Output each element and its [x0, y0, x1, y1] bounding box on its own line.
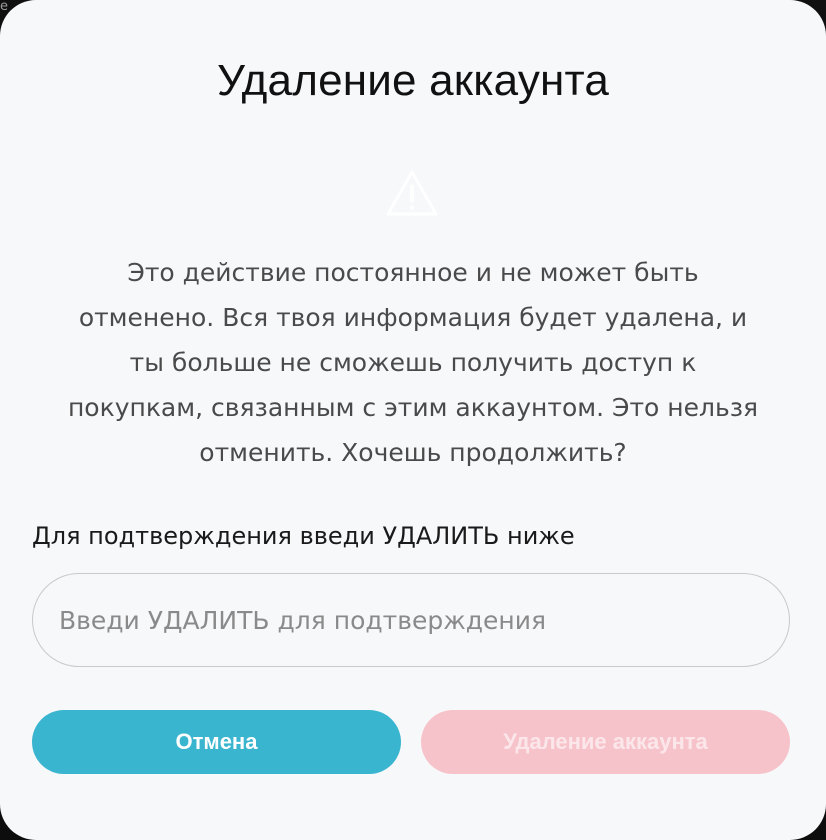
- dialog-title: Удаление аккаунта: [216, 56, 610, 105]
- warning-message-line: отменено. Вся твоя информация будет удал…: [78, 303, 748, 332]
- confirm-delete-input[interactable]: [32, 573, 790, 667]
- cancel-button[interactable]: Отмена: [32, 710, 401, 774]
- confirm-label: Для подтверждения введи УДАЛИТЬ ниже: [32, 522, 575, 550]
- warning-message-line: отменить. Хочешь продолжить?: [199, 438, 627, 467]
- background-text-fragment: e: [0, 0, 8, 14]
- delete-account-button[interactable]: Удаление аккаунта: [421, 710, 790, 774]
- warning-message-line: покупкам, связанным с этим аккаунтом. Эт…: [67, 393, 759, 422]
- warning-message-line: ты больше не сможешь получить доступ к: [129, 348, 697, 377]
- warning-message-line: Это действие постоянное и не может быть: [127, 258, 699, 287]
- warning-message: Это действие постоянное и не может быть …: [30, 250, 796, 475]
- warning-triangle-icon: [386, 170, 438, 216]
- delete-account-dialog: Удаление аккаунта Это действие постоянно…: [0, 0, 826, 840]
